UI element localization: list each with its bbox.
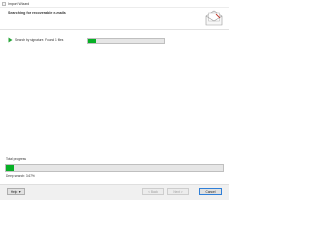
total-progress-bar (5, 164, 224, 172)
task-progress-fill (88, 39, 96, 43)
app-icon (2, 2, 6, 6)
task-label: Search by signature. Found 1 files (15, 38, 64, 42)
play-icon (8, 37, 13, 43)
wizard-footer (0, 184, 229, 200)
back-button[interactable]: < Back (142, 188, 164, 195)
envelope-icon (205, 10, 223, 26)
total-progress-status: Deep search: 3.67% (6, 174, 35, 178)
title-bar: Import Wizard (0, 0, 229, 8)
task-progress-bar (87, 38, 165, 44)
page-title: Searching for recoverable e-mails (8, 11, 66, 15)
window-title: Import Wizard (8, 2, 30, 6)
help-button[interactable]: Help ▼ (7, 188, 25, 195)
total-progress-label: Total progress (6, 157, 27, 161)
cancel-button[interactable]: Cancel (199, 188, 222, 195)
next-button[interactable]: Next > (167, 188, 189, 195)
total-progress-fill (6, 165, 14, 171)
